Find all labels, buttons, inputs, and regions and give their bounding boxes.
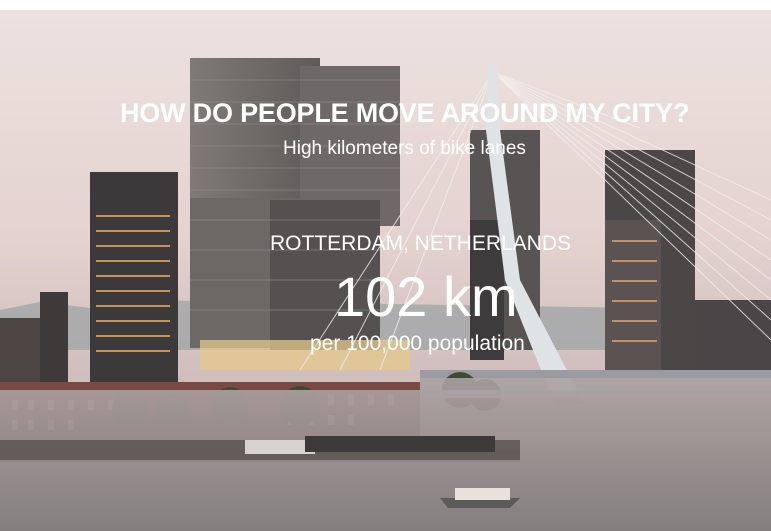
headline: HOW DO PEOPLE MOVE AROUND MY CITY?	[120, 98, 690, 128]
top-border	[0, 0, 771, 10]
stat-unit: per 100,000 population	[310, 332, 525, 355]
location-label: ROTTERDAM, NETHERLANDS	[270, 232, 572, 255]
stat-value: 102 km	[334, 265, 518, 328]
text-overlay: HOW DO PEOPLE MOVE AROUND MY CITY? High …	[0, 10, 771, 531]
subheadline: High kilometers of bike lanes	[283, 138, 526, 159]
